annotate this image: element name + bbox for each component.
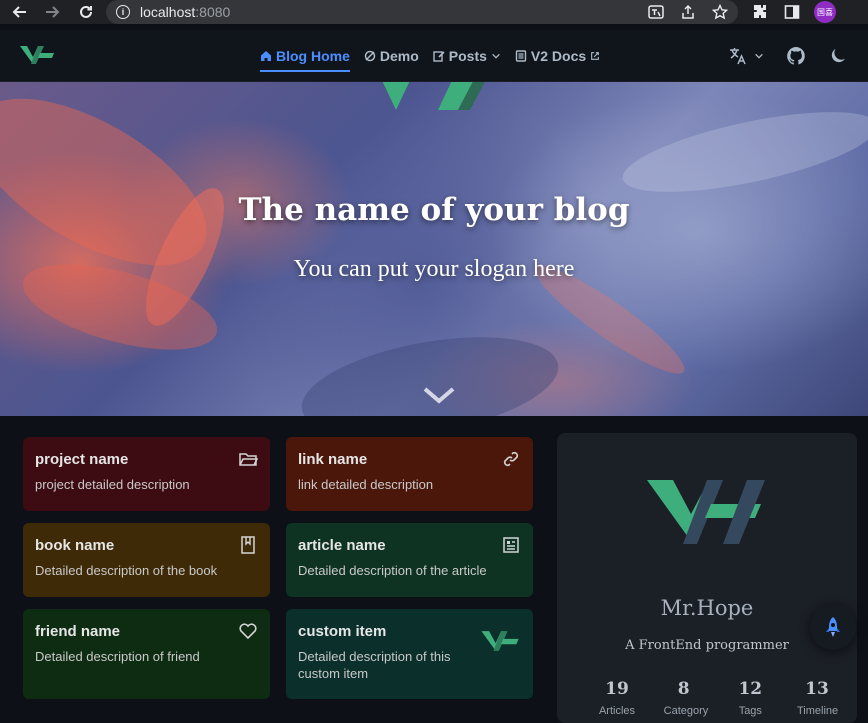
stat-number: 19 (605, 679, 629, 699)
stat-label: Tags (738, 705, 762, 717)
url-text: localhost:8080 (140, 4, 231, 20)
stat-number: 13 (805, 679, 829, 699)
project-card-desc: Detailed description of this custom item (298, 649, 451, 681)
nav-demo-label: Demo (379, 48, 419, 64)
site-info-icon[interactable]: i (116, 5, 130, 19)
stat-articles[interactable]: 19 Articles (597, 679, 637, 717)
profile-avatar[interactable]: 国喜 (814, 1, 836, 23)
bookmark-star-icon[interactable] (712, 4, 728, 20)
stat-label: Articles (598, 705, 636, 717)
side-panel-button[interactable] (784, 0, 800, 24)
side-panel-icon (784, 5, 800, 19)
chevron-down-icon (755, 53, 763, 59)
blog-title: The name of your blog (238, 192, 630, 228)
chevron-down-icon (492, 53, 500, 59)
scroll-down-chevron-icon[interactable] (422, 382, 456, 406)
project-card-project[interactable]: project name project detailed descriptio… (23, 437, 270, 511)
nav-v2-docs[interactable]: V2 Docs (515, 30, 600, 82)
docs-icon (515, 50, 527, 62)
browser-toolbar: i localhost:8080 国喜 (0, 0, 868, 24)
project-card-custom[interactable]: custom item Detailed description of this… (286, 609, 533, 699)
project-card-desc: project detailed description (35, 477, 190, 492)
reload-button[interactable] (74, 0, 98, 24)
project-card-link[interactable]: link name link detailed description (286, 437, 533, 511)
forward-arrow-icon (46, 6, 60, 18)
project-card-desc: Detailed description of the article (298, 563, 487, 578)
edit-icon (433, 51, 445, 62)
project-card-book[interactable]: book name Detailed description of the bo… (23, 523, 270, 597)
project-card-title: project name (35, 451, 129, 468)
blogger-avatar-logo-icon (647, 480, 765, 544)
translate-page-icon[interactable] (648, 4, 664, 20)
puzzle-icon (754, 5, 766, 18)
back-arrow-icon (12, 6, 26, 18)
hero-banner: The name of your blog You can put your s… (0, 82, 868, 416)
stat-number: 12 (738, 679, 763, 699)
heart-icon (238, 621, 258, 641)
site-navbar: Blog Home Demo Posts V2 Docs (0, 30, 868, 82)
stat-tags[interactable]: 12 Tags (730, 679, 770, 717)
stat-number: 8 (677, 679, 690, 699)
rocket-icon (826, 617, 840, 637)
project-card-title: friend name (35, 623, 121, 640)
extensions-button[interactable] (752, 0, 768, 24)
project-card-desc: Detailed description of friend (35, 649, 200, 664)
forward-button[interactable] (40, 0, 64, 24)
share-icon[interactable] (680, 4, 696, 20)
nav-blog-home[interactable]: Blog Home (260, 30, 350, 82)
nav-posts[interactable]: Posts (433, 30, 501, 82)
blogger-description: A FrontEnd programmer (625, 638, 789, 653)
language-selector[interactable] (728, 46, 764, 66)
stat-label: Category (663, 705, 709, 717)
project-card-title: book name (35, 537, 115, 554)
stat-timeline[interactable]: 13 Timeline (796, 679, 839, 717)
translate-icon (730, 48, 746, 65)
nav-v2-docs-label: V2 Docs (530, 48, 587, 64)
hero-logo-icon (382, 82, 485, 110)
stat-category[interactable]: 8 Category (663, 679, 709, 717)
back-button[interactable] (8, 0, 32, 24)
github-icon[interactable] (786, 46, 806, 66)
site-logo-icon[interactable] (20, 44, 54, 66)
project-card-desc: Detailed description of the book (35, 563, 218, 578)
project-card-article[interactable]: article name Detailed description of the… (286, 523, 533, 597)
folder-icon (238, 449, 259, 469)
nav-blog-home-label: Blog Home (276, 48, 350, 64)
back-to-top-button[interactable] (810, 604, 856, 650)
article-icon (501, 535, 521, 555)
blogger-stats: 19 Articles 8 Category 12 Tags 13 Timeline (597, 679, 839, 717)
book-icon (238, 535, 258, 555)
project-card-friend[interactable]: friend name Detailed description of frie… (23, 609, 270, 699)
blog-slogan: You can put your slogan here (293, 256, 575, 282)
dark-mode-moon-icon[interactable] (828, 46, 848, 66)
project-card-desc: link detailed description (298, 477, 434, 492)
vh-logo-icon (481, 629, 519, 653)
address-bar[interactable]: i localhost:8080 (106, 0, 738, 24)
reload-icon (80, 5, 92, 18)
nav-demo[interactable]: Demo (364, 30, 419, 82)
external-link-icon (591, 52, 600, 60)
stat-label: Timeline (796, 705, 839, 717)
blogger-info-panel: Mr.Hope A FrontEnd programmer 19 Articles… (557, 433, 857, 723)
project-card-title: link name (298, 451, 368, 468)
home-icon (261, 51, 271, 61)
nav-posts-label: Posts (448, 48, 487, 64)
link-icon (501, 449, 521, 469)
project-card-title: article name (298, 537, 386, 554)
demo-icon (364, 50, 376, 62)
